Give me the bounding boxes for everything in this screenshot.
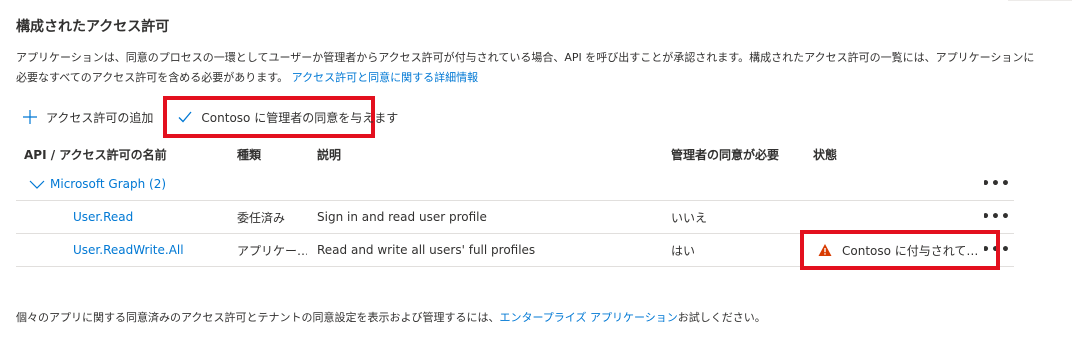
footer-text-before: 個々のアプリに関する同意済みのアクセス許可とテナントの同意設定を表示および管理す… [16, 311, 500, 324]
permission-admin-consent: はい [671, 243, 696, 258]
footer-text-after: お試しください。 [677, 311, 766, 324]
toolbar: アクセス許可の追加 Contoso に管理者の同意を与えます [16, 96, 398, 138]
permission-description: Sign in and read user profile [317, 210, 487, 224]
column-header-name[interactable]: API / アクセス許可の名前 [24, 140, 229, 168]
group-toggle[interactable]: Microsoft Graph (2) [28, 168, 328, 200]
description-text: アプリケーションは、同意のプロセスの一環としてユーザーか管理者からアクセス許可が… [16, 51, 1035, 84]
permission-status [813, 201, 989, 233]
permission-type: アプリケー… [237, 243, 307, 258]
grant-admin-consent-label: Contoso に管理者の同意を与えます [201, 110, 399, 125]
section-title: 構成されたアクセス許可 [16, 19, 170, 35]
status-granted-highlight: Contoso に付与されてい… [800, 230, 1000, 270]
row-more-button[interactable]: ••• [984, 201, 1008, 233]
checkmark-icon [177, 109, 193, 125]
add-permission-label: アクセス許可の追加 [46, 110, 154, 125]
permission-name-link[interactable]: User.Read [73, 210, 133, 224]
enterprise-applications-link[interactable]: エンタープライズ アプリケーション [499, 311, 677, 324]
permission-admin-consent: いいえ [671, 210, 708, 225]
plus-icon [22, 109, 38, 125]
column-header-admin-consent[interactable]: 管理者の同意が必要 [671, 140, 811, 168]
permission-description: Read and write all users' full profiles [317, 243, 536, 257]
more-icon: ••• [984, 209, 1008, 225]
footer-note: 個々のアプリに関する同意済みのアクセス許可とテナントの同意設定を表示および管理す… [16, 309, 766, 325]
learn-more-link[interactable]: アクセス許可と同意に関する詳細情報 [292, 71, 478, 84]
section-description: アプリケーションは、同意のプロセスの一環としてユーザーか管理者からアクセス許可が… [16, 48, 1036, 88]
permission-type: 委任済み [237, 210, 286, 225]
more-icon: ••• [984, 176, 1008, 192]
chevron-down-icon [28, 178, 46, 190]
grant-admin-consent-button[interactable]: Contoso に管理者の同意を与えます [163, 96, 398, 138]
permission-name-link[interactable]: User.ReadWrite.All [73, 243, 184, 257]
group-more-button[interactable]: ••• [984, 168, 1008, 200]
column-header-type[interactable]: 種類 [237, 140, 307, 168]
status-text: Contoso に付与されてい… [842, 243, 982, 258]
group-label[interactable]: Microsoft Graph (2) [50, 177, 166, 191]
column-header-status[interactable]: 状態 [813, 140, 989, 168]
group-row-microsoft-graph[interactable]: Microsoft Graph (2) ••• [16, 168, 1014, 201]
warning-icon [818, 243, 832, 257]
configured-permissions-page: 構成されたアクセス許可 アプリケーションは、同意のプロセスの一環としてユーザーか… [0, 0, 1072, 358]
column-header-description[interactable]: 説明 [317, 140, 667, 168]
top-divider [1008, 0, 1072, 3]
add-permission-button[interactable]: アクセス許可の追加 [16, 100, 159, 134]
table-header: API / アクセス許可の名前 種類 説明 管理者の同意が必要 状態 [16, 140, 1014, 168]
